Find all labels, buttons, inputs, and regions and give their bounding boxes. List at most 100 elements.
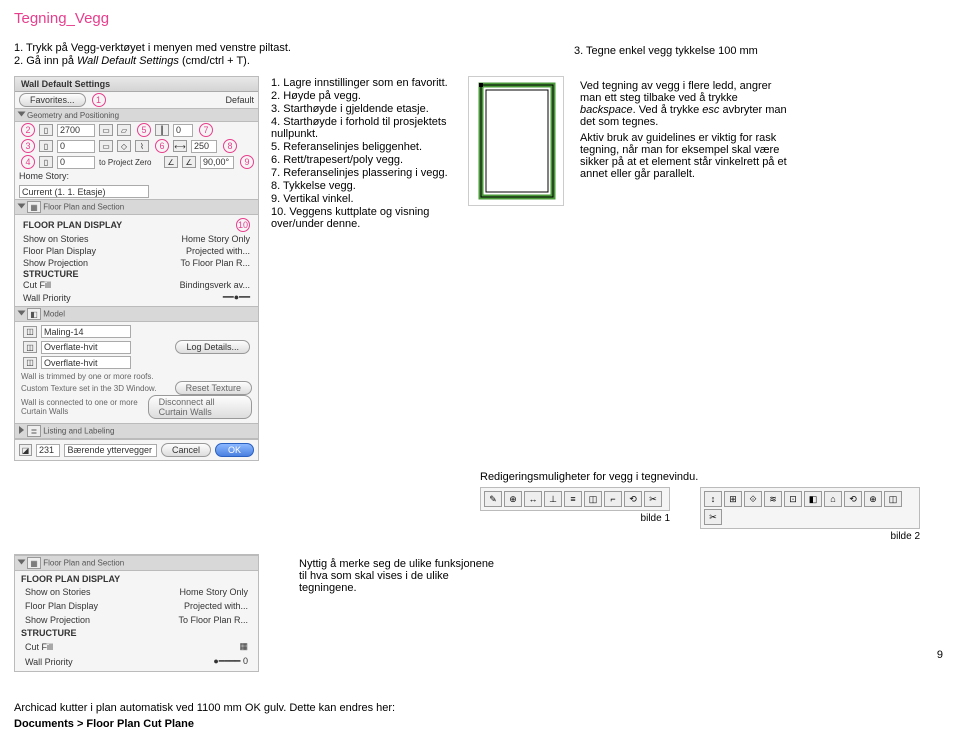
maling-select[interactable]: Maling-14 <box>41 325 131 338</box>
ok-button[interactable]: OK <box>215 443 254 457</box>
tool-icon[interactable]: ⊡ <box>784 491 802 507</box>
p2-struct-head: STRUCTURE <box>19 627 254 639</box>
p2-fdisp-label: Floor Plan Display <box>25 601 98 611</box>
tool-icon[interactable]: ✂ <box>644 491 662 507</box>
p2-cutfill-value[interactable]: ▦ <box>239 641 248 652</box>
overflate-select-2[interactable]: Overflate-hvit <box>41 356 131 369</box>
guides-column: Ved tegning av vegg i flere ledd, angrer… <box>580 76 795 461</box>
thickness-input[interactable]: 250 <box>191 140 217 153</box>
wall-type-icon-2[interactable]: ▱ <box>117 124 131 136</box>
proj-z-input[interactable]: 0 <box>57 156 95 169</box>
height-icon: ▯ <box>39 124 53 136</box>
li-7: 7. Referanselinjes plassering i vegg. <box>271 167 456 179</box>
li-3: 3. Starthøyde i gjeldende etasje. <box>271 103 456 115</box>
li-5: 5. Referanselinjes beliggenhet. <box>271 141 456 153</box>
li-9: 9. Vertikal vinkel. <box>271 193 456 205</box>
tool-icon[interactable]: ⌂ <box>824 491 842 507</box>
start-h-input[interactable]: 0 <box>57 140 95 153</box>
tool-icon[interactable]: ⊞ <box>724 491 742 507</box>
footer: Archicad kutter i plan automatisk ved 11… <box>14 702 945 730</box>
tool-icon[interactable]: ✂ <box>704 509 722 525</box>
to-project-zero: to Project Zero <box>99 158 151 167</box>
thick-icon: ⟷ <box>173 140 187 152</box>
tool-icon[interactable]: ↕ <box>704 491 722 507</box>
tool-icon[interactable]: ≋ <box>764 491 782 507</box>
show-proj-value[interactable]: To Floor Plan R... <box>180 258 250 268</box>
geom-icon-2[interactable]: ◇ <box>117 140 131 152</box>
page-title: Tegning_Vegg <box>14 10 945 27</box>
fp-disp-value[interactable]: Projected with... <box>186 246 250 256</box>
tool-icon[interactable]: ⟐ <box>744 491 762 507</box>
tool-icon[interactable]: ◫ <box>584 491 602 507</box>
surface-icon-1[interactable]: ◫ <box>23 326 37 338</box>
surface-icon-3[interactable]: ◫ <box>23 357 37 369</box>
surface-icon-2[interactable]: ◫ <box>23 341 37 353</box>
tool-icon[interactable]: ⊥ <box>544 491 562 507</box>
ref-icon[interactable]: ┃ <box>155 124 169 136</box>
tool-icon[interactable]: ⌐ <box>604 491 622 507</box>
disconnect-cw-button[interactable]: Disconnect all Curtain Walls <box>148 395 252 419</box>
footer-line-1: Archicad kutter i plan automatisk ved 11… <box>14 702 945 714</box>
overflate-select-1[interactable]: Overflate-hvit <box>41 341 131 354</box>
favorites-button[interactable]: Favorites... <box>19 93 86 107</box>
disclosure-icon-4[interactable] <box>19 426 24 434</box>
show-stories-value[interactable]: Home Story Only <box>181 234 250 244</box>
p2-cutfill-label: Cut Fill <box>25 642 53 652</box>
wall-prio-slider[interactable]: ━━●━━ <box>223 292 250 303</box>
bilde2-label: bilde 2 <box>700 531 920 542</box>
tool-icon[interactable]: ◫ <box>884 491 902 507</box>
wall-drawing <box>468 76 564 206</box>
cut-fill-value[interactable]: Bindingsverk av... <box>180 280 250 290</box>
gp1c: . Ved å trykke <box>633 104 703 116</box>
angle-icon-1[interactable]: ∠ <box>164 156 178 168</box>
p2-sproj-value[interactable]: To Floor Plan R... <box>178 615 248 625</box>
bilde1-label: bilde 1 <box>480 513 670 524</box>
callout-10: 10 <box>236 218 250 232</box>
p2-wprio-slider[interactable]: ●━━━━ 0 <box>213 656 248 667</box>
p2-sproj-label: Show Projection <box>25 615 90 625</box>
start-h-icon: ▯ <box>39 140 53 152</box>
p2-show-value[interactable]: Home Story Only <box>179 587 248 597</box>
tool-icon[interactable]: ✎ <box>484 491 502 507</box>
tool-icon[interactable]: ⟲ <box>844 491 862 507</box>
li-4: 4. Starthøyde i forhold til prosjektets … <box>271 116 456 140</box>
intro-2-post: (cmd/ctrl + T). <box>179 55 250 67</box>
section-model: Model <box>43 310 65 319</box>
fps-icon: ▦ <box>27 201 41 213</box>
guides-p2: Aktiv bruk av guidelines er viktig for r… <box>580 132 795 180</box>
angle-input[interactable]: 90,00° <box>200 156 234 169</box>
callout-6: 6 <box>155 139 169 153</box>
disclosure-icon-5[interactable] <box>18 559 26 564</box>
cancel-button[interactable]: Cancel <box>161 443 211 457</box>
tool-icon[interactable]: ≡ <box>564 491 582 507</box>
reset-texture-button[interactable]: Reset Texture <box>175 381 252 395</box>
wall-type-icon-1[interactable]: ▭ <box>99 124 113 136</box>
layer-select[interactable]: Bærende yttervegger <box>64 444 157 457</box>
home-story-select[interactable]: Current (1. 1. Etasje) <box>19 185 149 198</box>
disclosure-icon-3[interactable] <box>18 310 26 315</box>
intro-step-1: 1. Trykk på Vegg-verktøyet i menyen med … <box>14 42 394 54</box>
tool-icon[interactable]: ⟲ <box>624 491 642 507</box>
tool-icon[interactable]: ⊕ <box>864 491 882 507</box>
note-column: Nyttig å merke seg de ulike funksjonene … <box>299 554 499 672</box>
angle-icon-2[interactable]: ∠ <box>182 156 196 168</box>
tool-icon[interactable]: ⊕ <box>504 491 522 507</box>
tool-icon[interactable]: ↔ <box>524 491 542 507</box>
callout-4: 4 <box>21 155 35 169</box>
p2-fdisp-value[interactable]: Projected with... <box>184 601 248 611</box>
trim-note: Wall is trimmed by one or more roofs. <box>21 372 252 381</box>
callout-9: 9 <box>240 155 254 169</box>
disclosure-icon-2[interactable] <box>18 203 26 208</box>
ref-offset-input[interactable]: 0 <box>173 124 193 137</box>
fpd-head-2: FLOOR PLAN DISPLAY <box>19 573 254 585</box>
log-details-button[interactable]: Log Details... <box>175 340 250 354</box>
layer-icon[interactable]: ◪ <box>19 444 32 456</box>
geom-icon-3[interactable]: ⌇ <box>135 140 149 152</box>
disclosure-icon[interactable] <box>18 112 26 117</box>
height-input[interactable]: 2700 <box>57 124 95 137</box>
callout-8: 8 <box>223 139 237 153</box>
geom-icon-1[interactable]: ▭ <box>99 140 113 152</box>
floor-plan-section-panel: ▦ Floor Plan and Section FLOOR PLAN DISP… <box>14 554 259 672</box>
li-6: 6. Rett/trapesert/poly vegg. <box>271 154 456 166</box>
tool-icon[interactable]: ◧ <box>804 491 822 507</box>
